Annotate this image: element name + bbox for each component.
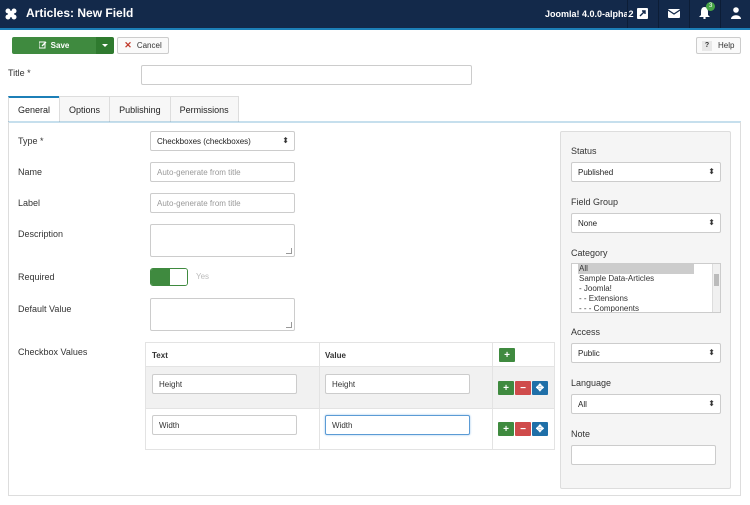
add-row-button[interactable]: +: [499, 348, 515, 362]
user-icon: [730, 7, 741, 21]
label-label: Label: [18, 198, 41, 208]
move-row-handle[interactable]: ✥: [532, 422, 548, 436]
column-divider: [319, 343, 320, 449]
type-label: Type *: [18, 136, 44, 146]
title-label: Title *: [8, 68, 31, 78]
category-option[interactable]: All: [578, 264, 694, 274]
version-label[interactable]: Joomla! 4.0.0-alpha2: [545, 9, 634, 19]
move-row-handle[interactable]: ✥: [532, 381, 548, 395]
access-label: Access: [571, 327, 601, 337]
label-input[interactable]: Auto-generate from title: [150, 193, 295, 213]
name-label: Name: [18, 167, 43, 177]
minus-icon: −: [520, 423, 526, 435]
move-icon: ✥: [535, 423, 545, 435]
move-icon: ✥: [535, 382, 545, 394]
column-header-value: Value: [325, 351, 346, 360]
category-option[interactable]: - - Extensions: [572, 294, 720, 304]
description-textarea[interactable]: [150, 224, 295, 257]
cancel-button[interactable]: ✕ Cancel: [117, 37, 169, 54]
add-row-below-button[interactable]: +: [498, 381, 514, 395]
column-header-text: Text: [152, 351, 168, 360]
notification-count-badge: 3: [706, 2, 716, 11]
external-link-button[interactable]: [627, 0, 657, 28]
tab-bar: General Options Publishing Permissions: [8, 96, 239, 122]
save-button[interactable]: Save: [12, 37, 96, 54]
save-dropdown-toggle[interactable]: [96, 37, 114, 54]
plus-icon: +: [503, 423, 509, 435]
description-label: Description: [18, 229, 64, 239]
tab-permissions[interactable]: Permissions: [169, 96, 239, 122]
field-group-label: Field Group: [571, 197, 619, 207]
messages-button[interactable]: [658, 0, 688, 28]
category-listbox[interactable]: All Sample Data-Articles - Joomla! - - E…: [571, 263, 721, 313]
status-select[interactable]: Published: [571, 162, 721, 182]
name-input[interactable]: Auto-generate from title: [150, 162, 295, 182]
page-title: Articles: New Field: [26, 6, 134, 20]
remove-row-button[interactable]: −: [515, 422, 531, 436]
category-option[interactable]: - Joomla!: [572, 284, 720, 294]
toggle-on-state: [151, 269, 170, 285]
cancel-label: Cancel: [136, 41, 162, 50]
save-label: Save: [50, 41, 70, 50]
row-text-input[interactable]: Width: [152, 415, 297, 435]
title-input[interactable]: [141, 65, 472, 85]
row-value-input[interactable]: Width: [325, 415, 470, 435]
plus-icon: +: [503, 382, 509, 394]
help-label: Help: [718, 41, 735, 50]
mail-icon: [667, 8, 680, 20]
note-input[interactable]: [571, 445, 716, 465]
checkbox-values-label: Checkbox Values: [18, 347, 88, 357]
minus-icon: −: [520, 382, 526, 394]
required-toggle[interactable]: [150, 268, 188, 286]
field-group-select[interactable]: None: [571, 213, 721, 233]
type-select[interactable]: Checkboxes (checkboxes): [150, 131, 295, 151]
required-toggle-text: Yes: [196, 272, 210, 281]
joomla-logo-icon[interactable]: [4, 7, 18, 21]
close-icon: ✕: [124, 40, 132, 50]
category-option[interactable]: - - - Components: [572, 304, 720, 312]
user-menu-button[interactable]: [720, 0, 750, 28]
required-label: Required: [18, 272, 55, 282]
default-value-label: Default Value: [18, 304, 72, 314]
edit-icon: [38, 41, 47, 51]
top-header: Articles: New Field Joomla! 4.0.0-alpha2…: [0, 0, 750, 30]
scrollbar-thumb[interactable]: [714, 274, 719, 286]
checkbox-values-table: Text Value + Height Height + − ✥ Width W…: [145, 342, 555, 450]
add-row-below-button[interactable]: +: [498, 422, 514, 436]
plus-icon: +: [504, 349, 510, 361]
external-link-icon: [637, 7, 648, 21]
language-label: Language: [571, 378, 612, 388]
column-divider: [492, 343, 493, 449]
note-label: Note: [571, 429, 591, 439]
language-select[interactable]: All: [571, 394, 721, 414]
toolbar: Save ✕ Cancel ? Help: [0, 30, 750, 60]
listbox-scrollbar[interactable]: [712, 264, 720, 312]
question-icon: ?: [702, 40, 712, 51]
default-value-textarea[interactable]: [150, 298, 295, 331]
row-value-input[interactable]: Height: [325, 374, 470, 394]
status-label: Status: [571, 146, 597, 156]
category-label: Category: [571, 248, 608, 258]
tab-publishing[interactable]: Publishing: [109, 96, 171, 122]
notifications-button[interactable]: 3: [689, 0, 719, 28]
row-text-input[interactable]: Height: [152, 374, 297, 394]
tab-general[interactable]: General: [8, 96, 61, 122]
remove-row-button[interactable]: −: [515, 381, 531, 395]
help-button[interactable]: ? Help: [696, 37, 741, 54]
tab-options[interactable]: Options: [59, 96, 111, 122]
toggle-knob: [170, 269, 187, 285]
category-option[interactable]: Sample Data-Articles: [572, 274, 720, 284]
access-select[interactable]: Public: [571, 343, 721, 363]
